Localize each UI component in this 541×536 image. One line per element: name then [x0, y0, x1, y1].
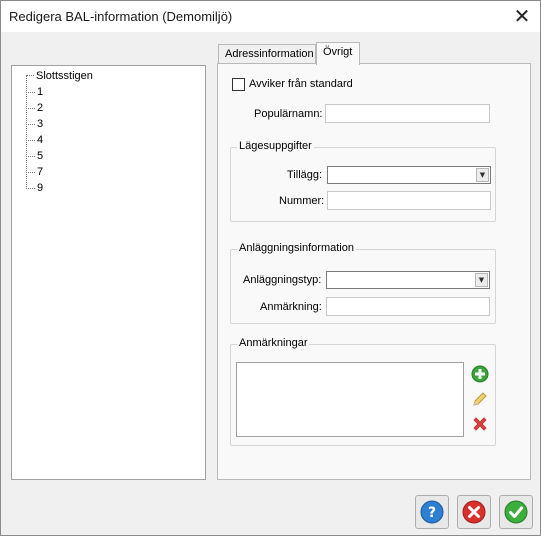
anlaggningsinformation-group: Anläggningsinformation Anläggningstyp: ▼… [230, 242, 496, 324]
dialog-window: Redigera BAL-information (Demomiljö) ✕ S… [0, 0, 541, 536]
tree-item[interactable]: 3 [26, 118, 126, 134]
close-icon[interactable]: ✕ [510, 6, 534, 28]
tree-root-label: Slottsstigen [36, 70, 93, 82]
tree-item[interactable]: 4 [26, 134, 126, 150]
popularnamn-label: Populärnamn: [254, 108, 323, 120]
help-button[interactable]: ? [415, 495, 449, 529]
tree-item-label: 2 [37, 102, 44, 114]
chevron-down-icon[interactable]: ▼ [475, 273, 488, 287]
ok-icon [504, 500, 528, 524]
anmarkningar-group: Anmärkningar [230, 337, 496, 446]
anmarkningar-list[interactable] [236, 362, 464, 437]
tillagg-combobox[interactable]: ▼ [327, 166, 491, 184]
nummer-label: Nummer: [279, 195, 325, 207]
tab-ovrigt[interactable]: Övrigt [316, 42, 360, 65]
tree-item-label: 7 [37, 166, 44, 178]
cancel-icon [462, 500, 486, 524]
cancel-button[interactable] [457, 495, 491, 529]
add-icon[interactable] [470, 364, 490, 384]
window-title: Redigera BAL-information (Demomiljö) [9, 9, 233, 24]
avviker-checkbox[interactable] [232, 78, 245, 91]
title-bar: Redigera BAL-information (Demomiljö) ✕ [1, 1, 540, 32]
delete-icon[interactable] [470, 414, 490, 434]
anmarkningar-title: Anmärkningar [237, 337, 310, 349]
edit-pencil-icon[interactable] [470, 389, 490, 409]
anlaggningsinformation-title: Anläggningsinformation [237, 242, 356, 254]
address-tree[interactable]: Slottsstigen 1 2 3 4 5 7 9 [11, 65, 206, 480]
tree-item[interactable]: 1 [26, 86, 126, 102]
tree-item[interactable]: 9 [26, 182, 126, 198]
tree-item[interactable]: 7 [26, 166, 126, 182]
tillagg-label: Tillägg: [287, 169, 323, 181]
anmarkning-input[interactable] [326, 297, 490, 316]
popularnamn-input[interactable] [325, 104, 490, 123]
nummer-input[interactable] [327, 191, 491, 210]
anmarkning-label: Anmärkning: [260, 301, 322, 313]
tree-item-label: 5 [37, 150, 44, 162]
anlaggningstyp-label: Anläggningstyp: [243, 274, 322, 286]
lagesuppgifter-title: Lägesuppgifter [237, 140, 314, 152]
tab-label: Övrigt [323, 46, 353, 58]
tree-item[interactable]: 2 [26, 102, 126, 118]
svg-text:?: ? [428, 505, 436, 521]
ok-button[interactable] [499, 495, 533, 529]
tree-item-label: 3 [37, 118, 44, 130]
tree-item[interactable]: 5 [26, 150, 126, 166]
help-icon: ? [420, 500, 444, 524]
tab-panel-ovrigt: Avviker från standard Populärnamn: Läges… [217, 63, 531, 480]
lagesuppgifter-group: Lägesuppgifter Tillägg: ▼ Nummer: [230, 140, 496, 222]
tree-item-label: 4 [37, 134, 44, 146]
tab-adressinformation[interactable]: Adressinformation [218, 44, 316, 64]
tree-item-label: 1 [37, 86, 44, 98]
tab-label: Adressinformation [225, 48, 314, 60]
avviker-label: Avviker från standard [249, 78, 353, 90]
anlaggningstyp-combobox[interactable]: ▼ [326, 271, 490, 289]
tree-item-label: 9 [37, 182, 44, 194]
chevron-down-icon[interactable]: ▼ [476, 168, 489, 182]
